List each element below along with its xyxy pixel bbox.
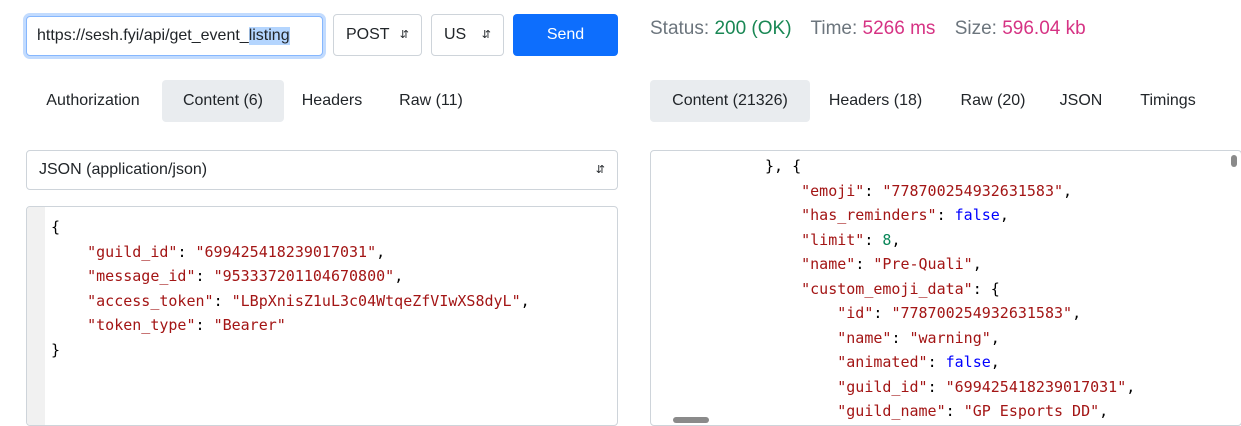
code-line: } [51,338,530,363]
status-value: 200 (OK) [714,18,792,39]
tab-request-raw[interactable]: Raw (11) [380,80,482,122]
json-key: "guild_name" [837,402,946,420]
code-line: "limit": 8, [801,230,901,249]
json-key: "guild_id" [87,242,178,261]
code-line: "guild_id": "699425418239017031", [837,377,1136,396]
time-label: Time: [810,18,858,39]
updown-caret-icon: ⇵ [481,28,491,41]
time-value: 5266 ms [862,18,936,39]
vertical-scrollbar[interactable] [1231,155,1237,167]
json-key: "limit" [801,230,865,249]
json-key: "name" [837,328,892,347]
tab-label: Headers [301,92,363,109]
tab-response-raw[interactable]: Raw (20) [942,80,1044,122]
json-key: "animated" [837,353,928,371]
url-selected-text: listing [248,27,290,45]
tab-label: Authorization [46,92,140,109]
method-value: POST [346,26,390,43]
response-body-code: }, { "emoji": "778700254932631583", "has… [765,154,1135,424]
tab-label: Content (6) [182,92,264,109]
json-key: "custom_emoji_data" [801,279,973,298]
json-key: "access_token" [87,291,214,310]
tab-label: Raw (20) [960,92,1026,109]
code-line: "message_id": "953337201104670800", [87,267,404,285]
size-label: Size: [954,18,997,39]
json-value: "699425418239017031" [195,242,377,261]
response-body-viewer[interactable]: }, { "emoji": "778700254932631583", "has… [650,150,1241,426]
request-body-code: { "guild_id": "699425418239017031", "mes… [51,215,530,362]
status-label: Status: [650,18,710,39]
json-key: "id" [837,304,874,322]
content-type-select[interactable]: JSON (application/json) ⇵ [26,150,618,190]
json-key: "message_id" [87,267,196,285]
code-line: "animated": false, [837,353,1000,371]
code-line: { [51,215,530,240]
json-key: "token_type" [87,316,196,334]
code-line: "guild_id": "699425418239017031", [87,242,386,261]
json-value: "GP Esports DD" [963,402,1100,420]
code-line: "emoji": "778700254932631583", [801,181,1073,200]
code-line: "name": "warning", [837,328,1000,347]
code-punct: } [51,340,61,359]
tab-request-headers[interactable]: Headers [287,80,377,122]
request-body-editor[interactable]: { "guild_id": "699425418239017031", "mes… [26,206,618,426]
tab-response-timings[interactable]: Timings [1118,80,1218,122]
code-line: "guild_name": "GP Esports DD", [837,402,1109,420]
json-value: "778700254932631583" [882,181,1064,200]
response-status-line: Status: 200 (OK) Time: 5266 ms Size: 596… [650,18,1086,40]
json-value: "Bearer" [213,316,286,334]
code-line: "name": "Pre-Quali", [801,255,982,273]
json-key: "emoji" [801,181,865,200]
tab-label: Timings [1140,92,1196,109]
json-value: "953337201104670800" [213,267,395,285]
region-value: US [444,26,467,43]
json-value: "699425418239017031" [945,377,1127,396]
tab-label: Raw (11) [399,92,463,109]
tab-response-headers[interactable]: Headers (18) [812,80,939,122]
url-input[interactable]: https://sesh.fyi/api/get_event_ listing [26,16,323,56]
tab-response-json[interactable]: JSON [1046,80,1116,122]
code-punct: { [51,218,61,236]
tab-response-content[interactable]: Content (21326) [650,80,810,122]
code-line: }, { [765,154,1135,179]
method-select[interactable]: POST ⇵ [333,14,422,56]
send-button[interactable]: Send [513,14,618,56]
json-value: 8 [882,230,892,249]
json-key: "guild_id" [837,377,928,396]
tab-label: Headers (18) [828,92,923,109]
json-value: false [945,353,991,371]
horizontal-scrollbar[interactable] [673,417,709,423]
json-value: "warning" [909,328,991,347]
url-text: https://sesh.fyi/api/get_event_ [37,27,249,44]
json-value: false [954,206,1000,224]
json-value: { [990,279,1000,298]
json-value: "LBpXnisZ1uL3c04WtqeZfVIwXS8dyL" [231,291,521,310]
updown-caret-icon: ⇵ [595,163,605,176]
code-line: "access_token": "LBpXnisZ1uL3c04WtqeZfVI… [87,291,530,310]
code-line: "has_reminders": false, [801,206,1009,224]
code-line: "id": "778700254932631583", [837,304,1082,322]
code-punct: }, { [765,157,802,175]
region-select[interactable]: US ⇵ [431,14,504,56]
tab-label: JSON [1059,92,1103,109]
json-key: "name" [801,255,856,273]
editor-gutter [27,207,45,425]
code-line: "custom_emoji_data": { [801,279,1000,298]
json-key: "has_reminders" [801,206,937,224]
tab-request-content[interactable]: Content (6) [162,80,284,122]
size-value: 596.04 kb [1002,18,1086,39]
tab-label: Content (21326) [672,92,788,109]
tab-authorization[interactable]: Authorization [26,80,160,122]
content-type-value: JSON (application/json) [39,161,208,178]
updown-caret-icon: ⇵ [399,28,409,41]
code-line: "token_type": "Bearer" [87,316,286,334]
json-value: "778700254932631583" [891,304,1073,322]
json-value: "Pre-Quali" [873,255,973,273]
